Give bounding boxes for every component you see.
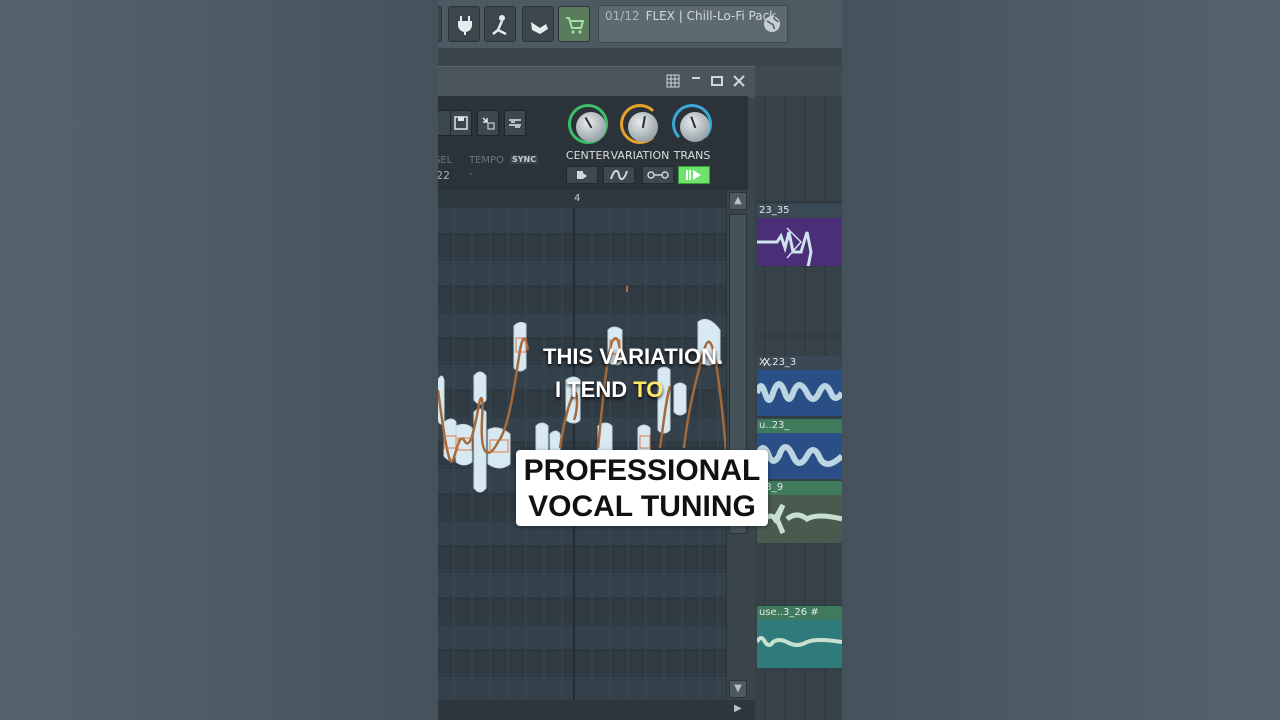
waveform [757, 444, 842, 467]
hint-panel[interactable]: 01/12 FLEX | Chill-Lo-Fi Pack [598, 5, 788, 43]
plugin-window-titlebar[interactable] [438, 66, 755, 97]
horizontal-scrollbar[interactable]: ▶ [438, 700, 755, 720]
trans-knob[interactable] [672, 104, 712, 144]
title-line-2: VOCAL TUNING [528, 490, 756, 523]
save-button[interactable] [450, 110, 472, 136]
caption-highlight-word: TO [633, 377, 664, 402]
center-knob[interactable] [568, 104, 608, 144]
plugin-control-panel: SEL 22 TEMPO - SYNC CENTER VARIATION TRA… [438, 96, 748, 190]
micro-mode-button[interactable] [484, 6, 516, 42]
scroll-down-arrow[interactable]: ▼ [729, 680, 747, 698]
scroll-up-arrow[interactable]: ▲ [729, 192, 747, 210]
clip-name: 23_35 [757, 204, 842, 218]
playlist-panel[interactable]: 23_35 X .23_3 u..23_ ..3_9 use..3_26 # X [755, 66, 842, 720]
tempo-value: - [469, 169, 473, 180]
plug-icon [458, 16, 472, 35]
link-icon [647, 171, 669, 179]
clip-name: ..3_9 [757, 481, 842, 495]
plugin-picker-button[interactable] [448, 6, 480, 42]
playlist-clip[interactable]: ..3_9 [757, 481, 842, 543]
variation-knob-label: VARIATION [610, 149, 670, 162]
grid-icon[interactable] [666, 74, 680, 88]
trans-knob-label: TRANS [673, 149, 711, 162]
video-frame: 01/12 FLEX | Chill-Lo-Fi Pack SEL 22 TEMP… [438, 0, 842, 720]
top-toolbar: 01/12 FLEX | Chill-Lo-Fi Pack [438, 0, 842, 48]
caption-line-2: I TEND TO [555, 377, 663, 403]
waveform [757, 381, 842, 403]
play-mode-button[interactable] [678, 166, 710, 184]
playlist-clip[interactable]: use..3_26 # [757, 606, 842, 668]
center-knob-label: CENTER [565, 149, 611, 162]
snap-icon [577, 171, 587, 179]
clip-name: use..3_26 # [757, 606, 842, 620]
video-title-card: PROFESSIONAL VOCAL TUNING [516, 450, 768, 526]
ruler-bar-number: 4 [574, 193, 581, 204]
timeline-ruler[interactable]: 4 [438, 190, 726, 208]
link-mode-button[interactable] [642, 166, 674, 184]
stomp-icon [492, 15, 507, 36]
play-icon [686, 170, 701, 180]
shop-button[interactable] [558, 6, 590, 42]
download-button[interactable] [522, 6, 554, 42]
clip-name: u..23_ [757, 419, 842, 433]
playlist-clip[interactable]: 23_35 [757, 204, 842, 266]
sel-value: 22 [438, 169, 450, 182]
clip-marker: X [763, 356, 771, 369]
waveform [757, 503, 842, 534]
sel-label: SEL [438, 155, 453, 166]
globe-icon[interactable] [763, 15, 781, 33]
save-icon [454, 116, 468, 130]
blurred-background-right [842, 0, 1280, 720]
caption-word: I TEND [555, 377, 634, 402]
regions-icon [509, 119, 521, 128]
blurred-background-left [0, 0, 438, 720]
curve-icon [610, 169, 628, 181]
variation-knob[interactable] [620, 104, 660, 144]
scroll-right-arrow[interactable]: ▶ [734, 703, 742, 714]
waveform [757, 636, 842, 647]
toolbar-button-partial[interactable] [438, 6, 442, 42]
maximize-icon[interactable] [711, 74, 723, 88]
curve-mode-button[interactable] [603, 166, 635, 184]
playlist-header [755, 66, 842, 96]
caption-line-1: THIS VARIATION. [543, 344, 724, 369]
hand-icon [531, 22, 548, 34]
tempo-label: TEMPO [469, 155, 504, 166]
playlist-clip[interactable]: u..23_ [757, 419, 842, 479]
waveform [757, 227, 813, 266]
snap-mode-button[interactable] [566, 166, 598, 184]
hint-counter: 01/12 [605, 9, 640, 23]
export-button[interactable] [477, 110, 499, 136]
cart-icon [566, 17, 585, 34]
title-line-1: PROFESSIONAL [523, 454, 761, 487]
regions-button[interactable] [504, 110, 526, 136]
sync-button[interactable]: SYNC [510, 155, 539, 164]
export-icon [482, 117, 495, 130]
hint-text: FLEX | Chill-Lo-Fi Pack [645, 9, 777, 23]
minimize-icon[interactable] [690, 74, 702, 88]
close-icon[interactable] [733, 74, 745, 88]
